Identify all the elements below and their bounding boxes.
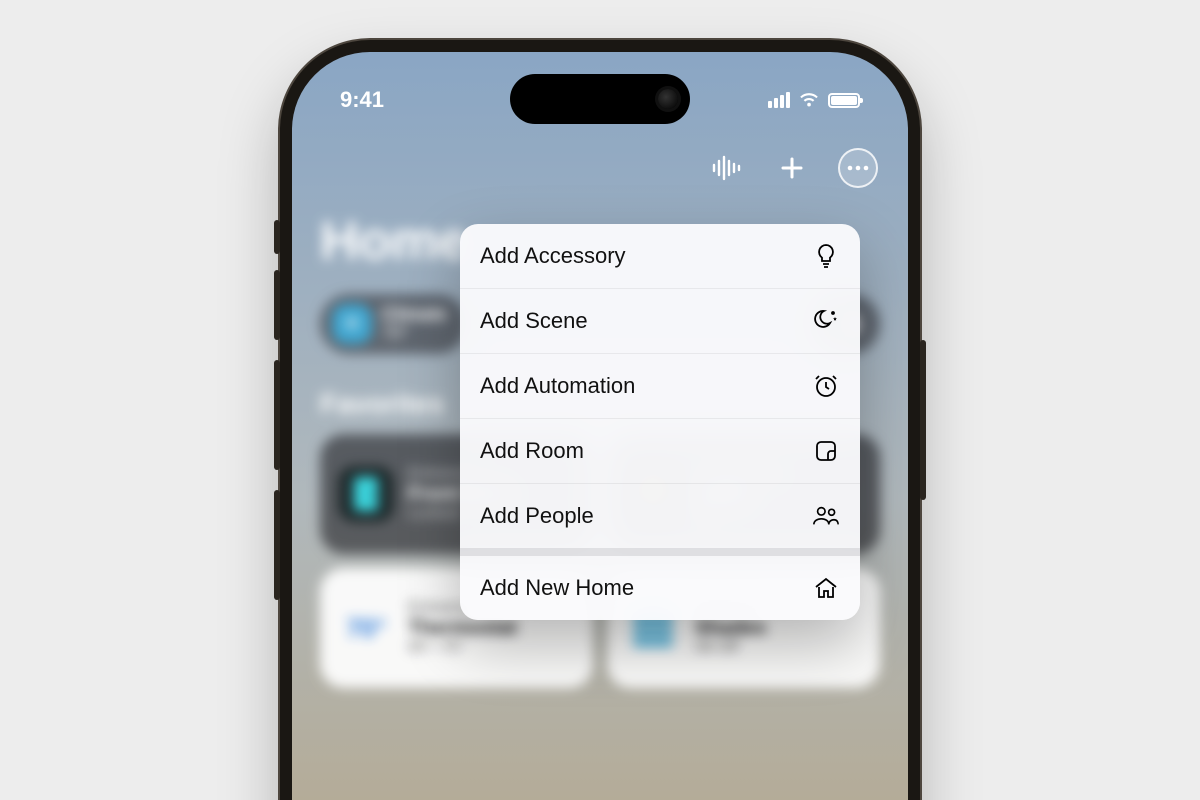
menu-item-add-new-home[interactable]: Add New Home [460,548,860,620]
more-button[interactable] [838,148,878,188]
volume-up-button [274,270,280,340]
app-toolbar [706,148,878,188]
menu-item-add-room[interactable]: Add Room [460,418,860,483]
wifi-icon [798,89,820,111]
room-square-icon [812,437,840,465]
people-icon [812,502,840,530]
menu-item-label: Add New Home [480,575,634,601]
menu-item-add-accessory[interactable]: Add Accessory [460,224,860,288]
side-button-lower [274,490,280,600]
menu-item-label: Add Room [480,438,584,464]
phone-screen: Home ✳︎ Climate 70° [292,52,908,800]
menu-item-add-people[interactable]: Add People [460,483,860,548]
battery-icon [828,93,860,108]
front-camera-icon [658,89,678,109]
menu-item-label: Add Automation [480,373,635,399]
power-button [920,340,926,500]
cellular-icon [768,92,790,108]
add-menu: Add Accessory Add Scene Add Automation [460,224,860,620]
waveform-icon [711,155,741,181]
menu-item-label: Add Accessory [480,243,626,269]
menu-item-label: Add People [480,503,594,529]
moon-stars-icon [812,307,840,335]
volume-down-button [274,360,280,470]
intercom-button[interactable] [706,148,746,188]
ellipsis-icon [847,165,869,171]
menu-item-add-automation[interactable]: Add Automation [460,353,860,418]
phone-frame: Home ✳︎ Climate 70° [280,40,920,800]
add-button[interactable] [772,148,812,188]
plus-icon [779,155,805,181]
mute-switch [274,220,280,254]
dynamic-island [510,74,690,124]
menu-item-label: Add Scene [480,308,588,334]
house-icon [812,574,840,602]
menu-item-add-scene[interactable]: Add Scene [460,288,860,353]
clock-icon [812,372,840,400]
status-time: 9:41 [340,87,384,113]
lightbulb-icon [812,242,840,270]
